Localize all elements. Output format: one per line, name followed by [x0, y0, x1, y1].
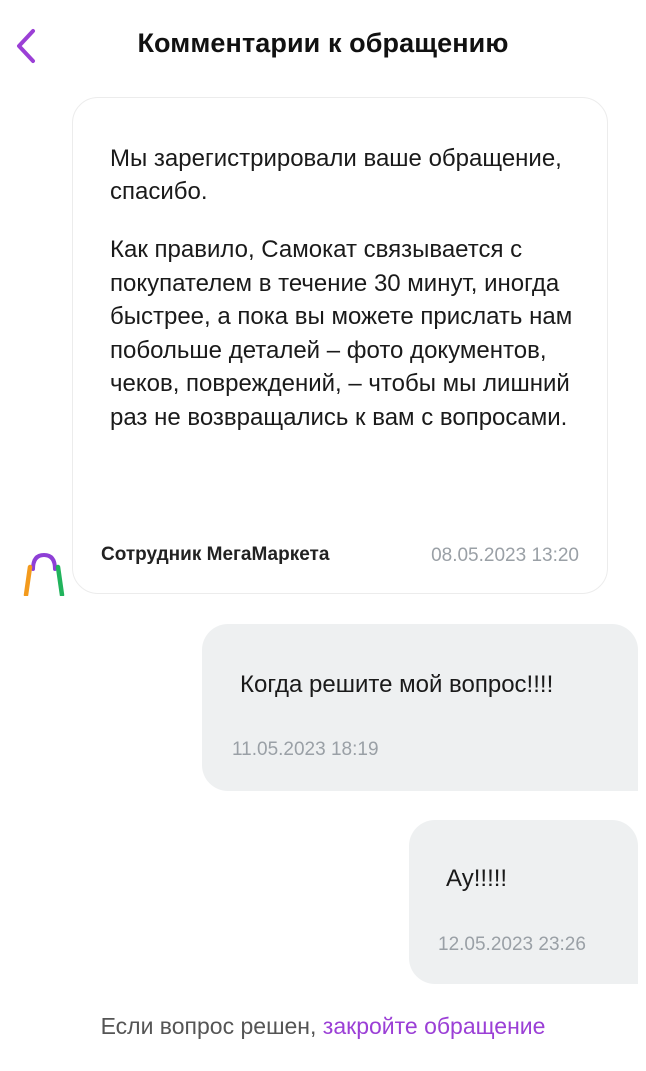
close-hint-text: Если вопрос решен,: [100, 1013, 317, 1039]
user-message: Когда решите мой вопрос!!!! 11.05.2023 1…: [202, 624, 638, 791]
page-title: Комментарии к обращению: [137, 28, 509, 58]
message-timestamp: 08.05.2023 13:20: [431, 545, 579, 566]
message-timestamp: 11.05.2023 18:19: [232, 739, 379, 760]
message-timestamp: 12.05.2023 23:26: [438, 934, 586, 955]
message-text: Когда решите мой вопрос!!!!: [240, 671, 554, 698]
agent-message: Мы зарегистрировали ваше обращение, спас…: [72, 97, 608, 594]
agent-message-paragraph: Как правило, Самокат связывается с покуп…: [110, 236, 573, 431]
header: Комментарии к обращению: [0, 0, 646, 90]
close-request-link[interactable]: закройте обращение: [323, 1013, 546, 1039]
close-request-hint: Если вопрос решен, закройте обращение: [0, 1013, 646, 1040]
agent-message-paragraph: Мы зарегистрировали ваше обращение, спас…: [110, 145, 562, 205]
user-message: Ау!!!!! 12.05.2023 23:26: [409, 820, 638, 984]
message-text: Ау!!!!!: [446, 865, 508, 892]
message-sender: Сотрудник МегаМаркета: [101, 544, 330, 565]
shopping-bag-logo-icon: [23, 552, 65, 596]
